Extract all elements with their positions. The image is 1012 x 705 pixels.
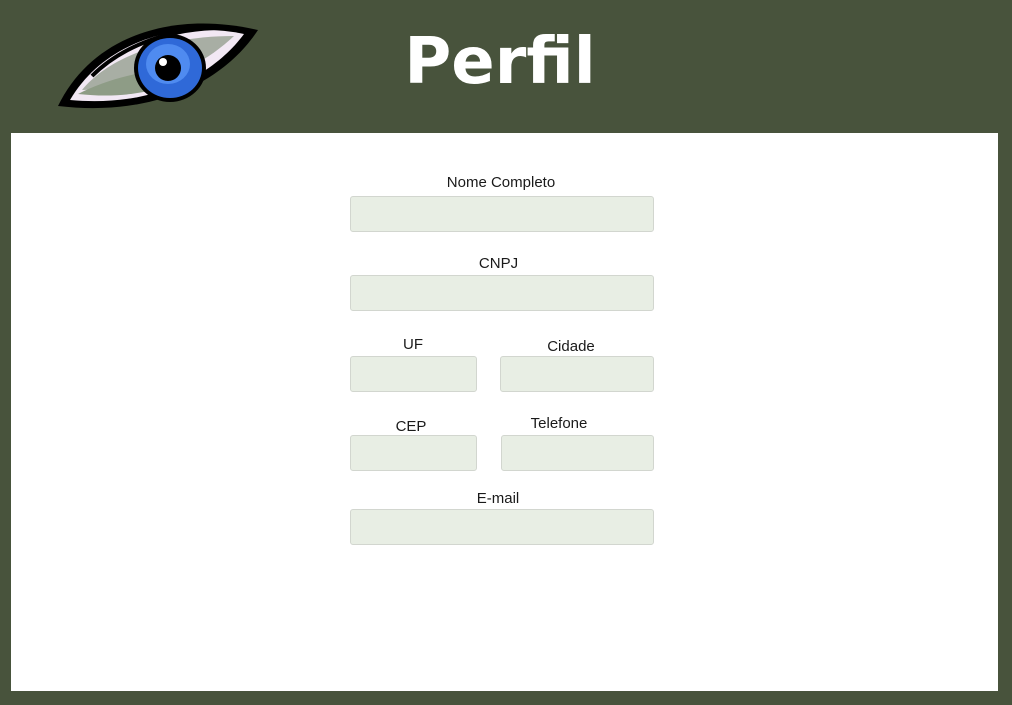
cidade-input[interactable] (500, 356, 654, 392)
email-input[interactable] (350, 509, 654, 545)
profile-form-panel: Nome Completo CNPJ UF Cidade CEP Telefon… (11, 133, 998, 691)
telefone-input[interactable] (501, 435, 654, 471)
cnpj-input[interactable] (350, 275, 654, 311)
uf-label: UF (403, 336, 423, 353)
cidade-label: Cidade (547, 338, 595, 355)
nome-completo-input[interactable] (350, 196, 654, 232)
page-title: Perfil (404, 25, 596, 99)
telefone-label: Telefone (530, 415, 588, 432)
uf-input[interactable] (350, 356, 477, 392)
eye-icon (58, 23, 258, 109)
cnpj-label: CNPJ (478, 255, 519, 272)
cep-label: CEP (395, 418, 427, 435)
email-label: E-mail (476, 490, 520, 507)
nome-completo-label: Nome Completo (446, 174, 556, 191)
cep-input[interactable] (350, 435, 477, 471)
